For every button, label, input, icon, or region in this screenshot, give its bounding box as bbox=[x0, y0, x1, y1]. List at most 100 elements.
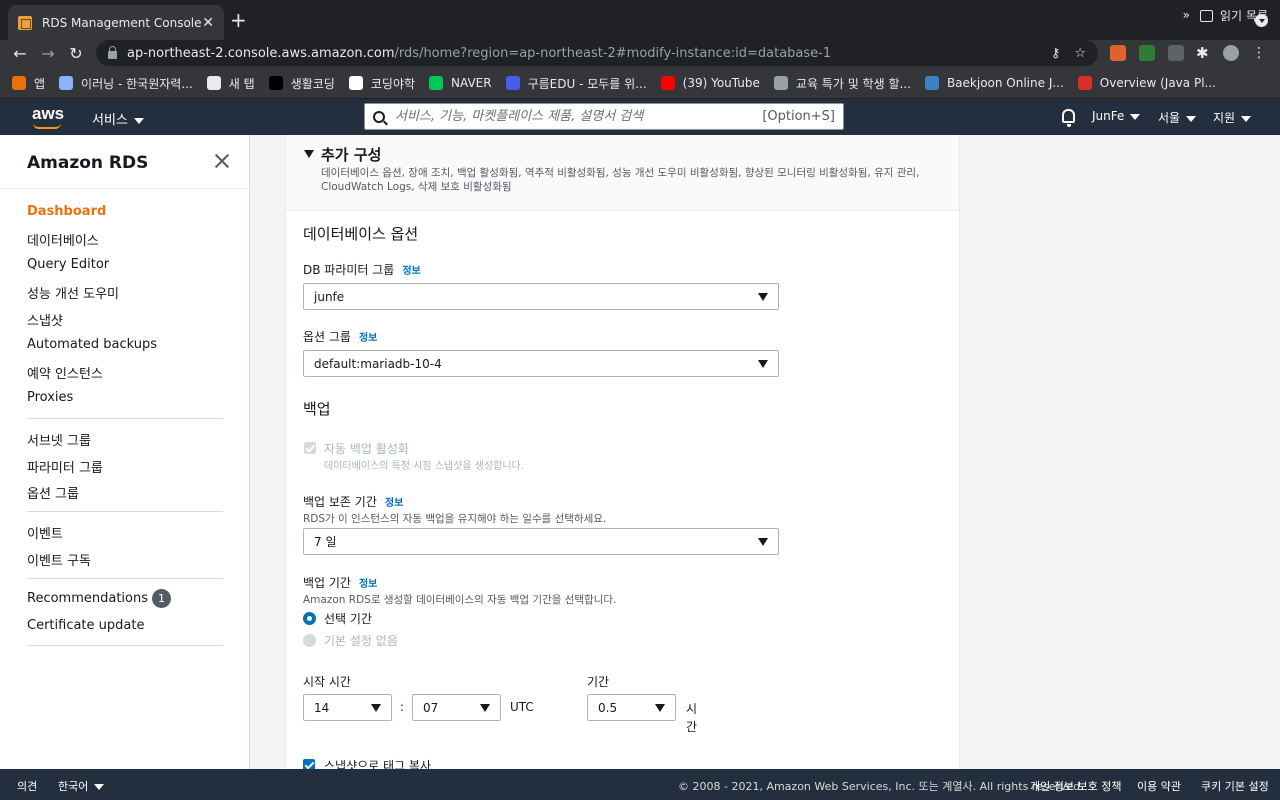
profile-avatar[interactable] bbox=[1223, 45, 1239, 61]
caret-down-icon bbox=[1241, 115, 1252, 122]
duration-select[interactable]: 0.5 bbox=[587, 694, 676, 721]
select-value: 07 bbox=[423, 700, 439, 715]
bookmark-favicon-icon bbox=[924, 76, 939, 90]
extension-icon[interactable] bbox=[1110, 45, 1126, 61]
window-none-radio[interactable] bbox=[303, 634, 316, 647]
aws-favicon-icon bbox=[18, 15, 32, 30]
star-icon[interactable]: ☆ bbox=[1074, 46, 1086, 61]
auto-backup-checkbox[interactable] bbox=[304, 442, 316, 454]
bookmark-favicon-icon bbox=[268, 76, 283, 90]
aws-smile-icon bbox=[33, 123, 61, 129]
param-group-select[interactable]: junfe bbox=[303, 283, 779, 310]
window-select-label: 선택 기간 bbox=[324, 612, 372, 626]
bookmark-item[interactable]: NAVER bbox=[429, 76, 492, 90]
sidebar-item-query-editor[interactable]: Query Editor bbox=[27, 257, 109, 272]
caret-down-icon bbox=[1130, 113, 1141, 120]
reading-list-label: 읽기 목록 bbox=[1220, 9, 1268, 23]
bookmark-item[interactable]: Baekjoon Online J... bbox=[924, 76, 1064, 90]
aws-footer: 의견 한국어 © 2008 - 2021, Amazon Web Service… bbox=[0, 769, 1280, 800]
back-icon[interactable]: ← bbox=[10, 44, 30, 64]
user-menu[interactable]: JunFe bbox=[1092, 109, 1141, 123]
db-options-heading: 데이터베이스 옵션 bbox=[303, 225, 419, 243]
sidebar-item-events[interactable]: 이벤트 bbox=[27, 523, 63, 542]
tab-close-icon[interactable]: ✕ bbox=[202, 15, 214, 31]
start-hour-select[interactable]: 14 bbox=[303, 694, 392, 721]
bookmark-label: 교육 특가 및 학생 할... bbox=[795, 76, 911, 91]
sidebar-item-automated-backups[interactable]: Automated backups bbox=[27, 337, 157, 352]
puzzle-icon[interactable]: ✱ bbox=[1196, 45, 1212, 61]
sidebar-item-option-groups[interactable]: 옵션 그룹 bbox=[27, 483, 79, 502]
bookmark-label: 구름EDU - 모두를 위... bbox=[527, 76, 647, 91]
select-value: 7 일 bbox=[314, 535, 337, 549]
sidebar-item-recommendations[interactable]: Recommendations 1 bbox=[27, 589, 172, 608]
bookmark-item[interactable]: 이러닝 - 한국원자력... bbox=[59, 75, 193, 92]
bookmarks-more-icon[interactable]: » bbox=[1183, 8, 1190, 22]
caret-down-icon bbox=[758, 537, 768, 546]
bookmark-item[interactable]: 새 탭 bbox=[206, 75, 255, 92]
retention-label: 백업 보존 기간 정보 bbox=[303, 493, 403, 510]
url-path: /rds/home?region=ap-northeast-2#modify-i… bbox=[394, 45, 832, 61]
sidebar-item-subnet-groups[interactable]: 서브넷 그룹 bbox=[27, 430, 91, 449]
info-link[interactable]: 정보 bbox=[359, 333, 377, 344]
menu-icon[interactable]: ⋮ bbox=[1252, 45, 1268, 61]
close-icon[interactable] bbox=[214, 153, 230, 169]
global-search[interactable]: [Option+S] bbox=[364, 103, 844, 130]
select-value: 14 bbox=[314, 700, 330, 715]
browser-tab[interactable]: RDS Management Console ✕ bbox=[8, 5, 224, 40]
option-group-select[interactable]: default:mariadb-10-4 bbox=[303, 350, 779, 377]
key-icon[interactable]: ⚷ bbox=[1051, 46, 1061, 61]
retention-select[interactable]: 7 일 bbox=[303, 528, 779, 555]
bookmark-item[interactable]: (39) YouTube bbox=[660, 76, 760, 90]
reading-list[interactable]: 읽기 목록 bbox=[1200, 7, 1268, 24]
region-label: 서울 bbox=[1158, 111, 1181, 125]
info-link[interactable]: 정보 bbox=[359, 579, 377, 590]
sidebar-item-databases[interactable]: 데이터베이스 bbox=[27, 230, 99, 249]
search-input[interactable] bbox=[395, 109, 763, 124]
bookmark-label: (39) YouTube bbox=[682, 76, 760, 90]
sidebar-item-performance-insights[interactable]: 성능 개선 도우미 bbox=[27, 283, 119, 302]
privacy-link[interactable]: 개인 정보 보호 정책 bbox=[1030, 778, 1121, 794]
sidebar-item-snapshots[interactable]: 스냅샷 bbox=[27, 310, 63, 329]
bookmark-item[interactable]: 구름EDU - 모두를 위... bbox=[505, 75, 647, 92]
bookmark-item[interactable]: 앱 bbox=[12, 75, 45, 92]
extension-icon[interactable] bbox=[1139, 45, 1155, 61]
new-tab-button[interactable]: + bbox=[230, 9, 247, 31]
bookmark-item[interactable]: Overview (Java Pl... bbox=[1077, 76, 1216, 90]
copy-tags-checkbox[interactable] bbox=[303, 759, 315, 769]
extension-icon[interactable] bbox=[1168, 45, 1184, 61]
main-content: 추가 구성 데이터베이스 옵션, 장애 조치, 백업 활성화됨, 역추적 비활성… bbox=[250, 135, 1280, 769]
sidebar-item-proxies[interactable]: Proxies bbox=[27, 390, 73, 405]
bookmark-item[interactable]: 교육 특가 및 학생 할... bbox=[773, 75, 911, 92]
caret-down-icon bbox=[480, 703, 490, 712]
divider bbox=[27, 645, 223, 646]
window-select-radio[interactable] bbox=[303, 612, 316, 625]
aws-logo[interactable]: aws bbox=[32, 105, 64, 129]
start-minute-select[interactable]: 07 bbox=[412, 694, 501, 721]
sidebar-item-parameter-groups[interactable]: 파라미터 그룹 bbox=[27, 457, 103, 476]
language-menu[interactable]: 한국어 bbox=[58, 778, 105, 794]
terms-link[interactable]: 이용 약관 bbox=[1137, 778, 1181, 794]
sidebar-item-reserved-instances[interactable]: 예약 인스턴스 bbox=[27, 363, 103, 382]
window-none-label: 기본 설정 없음 bbox=[324, 634, 398, 648]
bookmark-item[interactable]: 코딩야학 bbox=[348, 75, 415, 92]
info-link[interactable]: 정보 bbox=[385, 498, 403, 509]
additional-config-header[interactable]: 추가 구성 데이터베이스 옵션, 장애 조치, 백업 활성화됨, 역추적 비활성… bbox=[286, 135, 959, 211]
region-menu[interactable]: 서울 bbox=[1158, 109, 1197, 126]
forward-icon[interactable]: → bbox=[38, 44, 58, 64]
bell-icon[interactable] bbox=[1062, 109, 1075, 127]
bookmark-favicon-icon bbox=[660, 76, 675, 90]
sidebar-item-certificate-update[interactable]: Certificate update bbox=[27, 618, 144, 633]
address-bar[interactable]: ap-northeast-2.console.aws.amazon.com/rd… bbox=[96, 40, 1098, 66]
sidebar-item-event-subscriptions[interactable]: 이벤트 구독 bbox=[27, 550, 91, 569]
support-menu[interactable]: 지원 bbox=[1213, 109, 1252, 126]
cookie-prefs-link[interactable]: 쿠키 기본 설정 bbox=[1201, 778, 1269, 794]
reload-icon[interactable]: ↻ bbox=[66, 44, 86, 64]
info-link[interactable]: 정보 bbox=[402, 266, 420, 277]
additional-config-summary: 데이터베이스 옵션, 장애 조치, 백업 활성화됨, 역추적 비활성화됨, 성능… bbox=[321, 167, 920, 193]
feedback-link[interactable]: 의견 bbox=[17, 778, 37, 794]
bookmark-item[interactable]: 생활코딩 bbox=[268, 75, 335, 92]
bookmark-label: Baekjoon Online J... bbox=[946, 76, 1064, 90]
services-menu[interactable]: 서비스 bbox=[92, 109, 144, 128]
search-shortcut: [Option+S] bbox=[762, 109, 835, 124]
sidebar-item-dashboard[interactable]: Dashboard bbox=[27, 204, 106, 219]
